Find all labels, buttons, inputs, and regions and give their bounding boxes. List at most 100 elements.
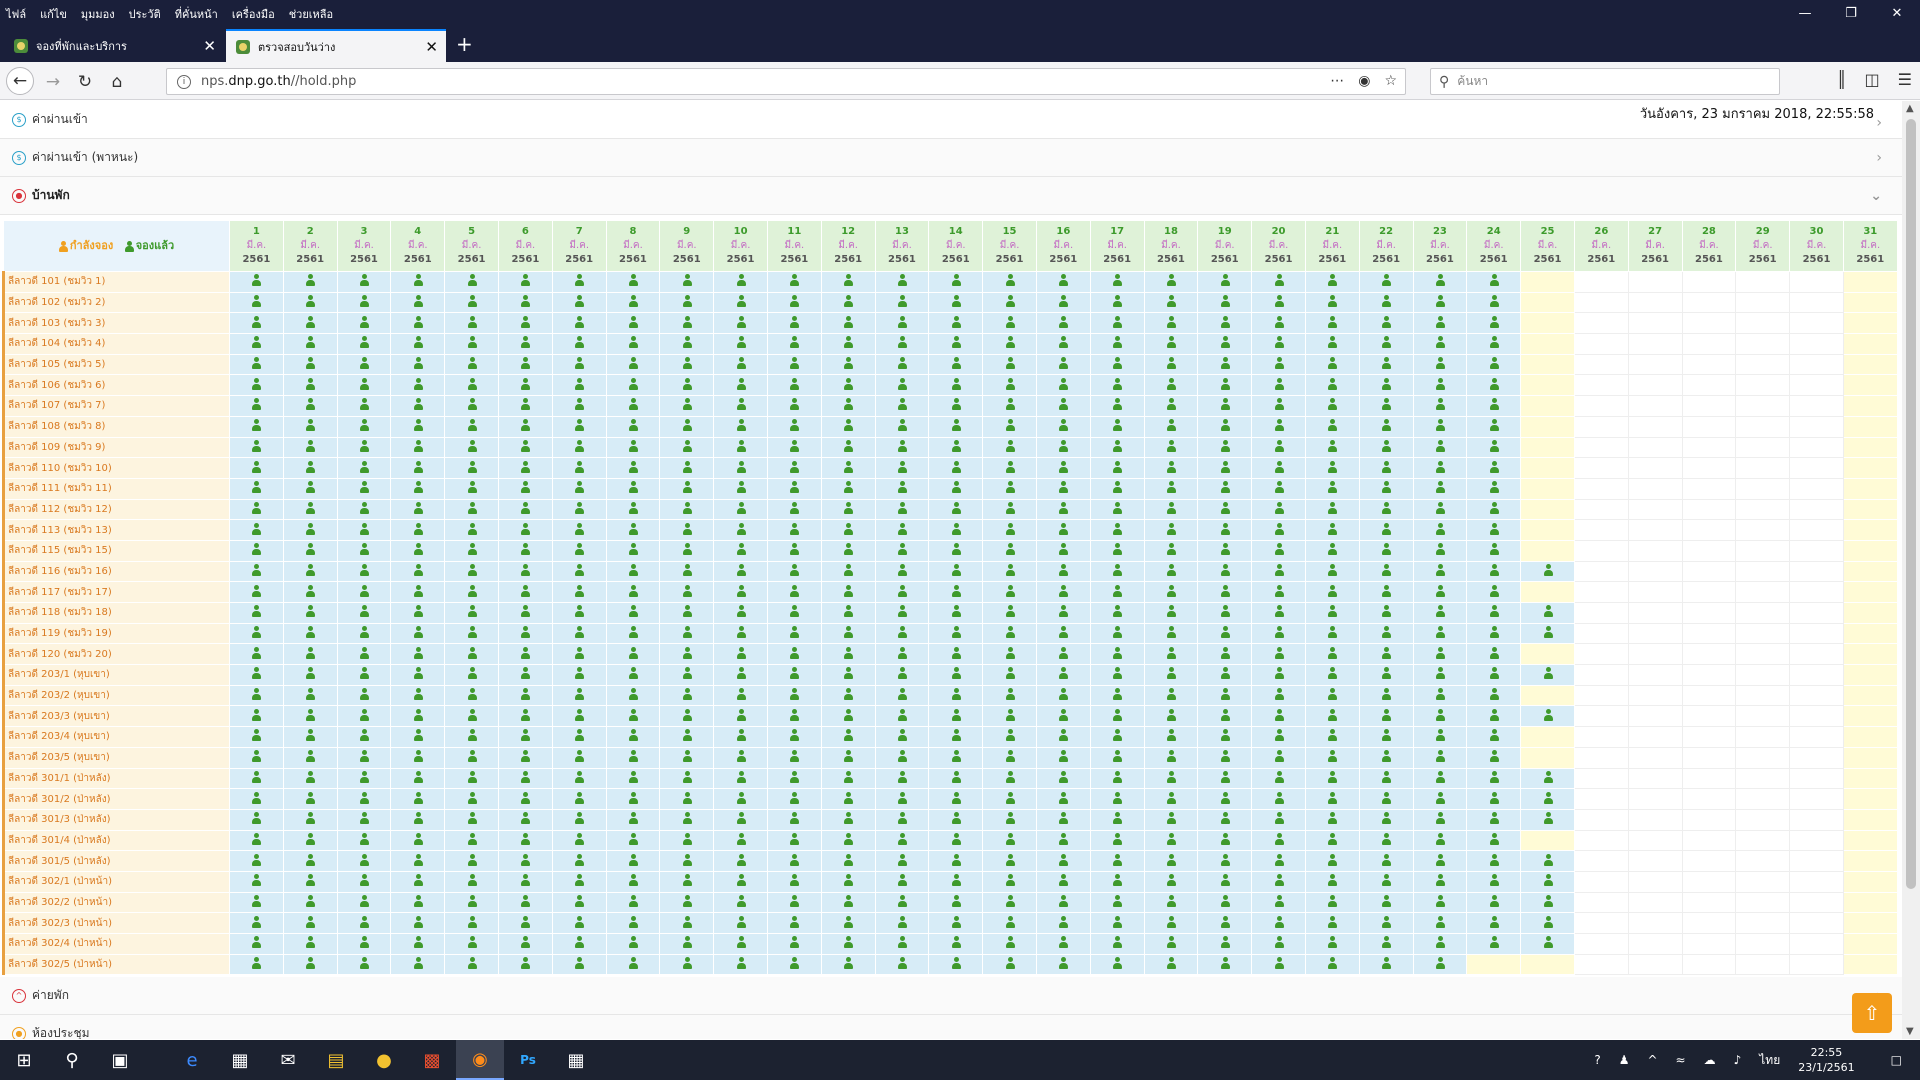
booked-cell[interactable] <box>1304 374 1360 397</box>
booked-cell[interactable] <box>1520 912 1575 934</box>
info-icon[interactable]: i <box>177 74 191 89</box>
minimize-icon[interactable]: — <box>1782 0 1828 26</box>
booked-cell[interactable] <box>497 912 553 934</box>
booked-cell[interactable] <box>928 850 984 872</box>
booked-cell[interactable] <box>874 602 930 624</box>
booked-cell[interactable] <box>390 291 446 314</box>
menu-item[interactable]: ไฟล์ <box>6 5 26 23</box>
booked-cell[interactable] <box>497 291 553 314</box>
booked-cell[interactable] <box>1089 353 1145 376</box>
booked-cell[interactable] <box>1358 374 1414 397</box>
booked-cell[interactable] <box>820 436 876 459</box>
booked-cell[interactable] <box>1358 933 1414 955</box>
empty-cell[interactable] <box>1735 539 1791 562</box>
booked-cell[interactable] <box>874 891 930 914</box>
available-cell[interactable] <box>1842 664 1898 686</box>
booked-cell[interactable] <box>336 602 392 624</box>
booked-cell[interactable] <box>928 829 984 852</box>
booked-cell[interactable] <box>336 850 392 872</box>
available-cell[interactable] <box>1842 622 1898 645</box>
empty-cell[interactable] <box>1573 581 1629 603</box>
booked-cell[interactable] <box>497 829 553 852</box>
booked-cell[interactable] <box>282 519 338 541</box>
home-icon[interactable]: ⌂ <box>104 69 130 95</box>
available-cell[interactable] <box>1520 539 1575 562</box>
available-cell[interactable] <box>1842 684 1898 707</box>
booked-cell[interactable] <box>1143 395 1199 417</box>
empty-cell[interactable] <box>1573 271 1629 293</box>
booked-cell[interactable] <box>229 395 284 417</box>
booked-cell[interactable] <box>659 477 715 500</box>
booked-cell[interactable] <box>928 498 984 521</box>
booked-cell[interactable] <box>1251 436 1306 459</box>
booked-cell[interactable] <box>820 870 876 893</box>
empty-cell[interactable] <box>1681 705 1737 728</box>
booked-cell[interactable] <box>1358 539 1414 562</box>
booked-cell[interactable] <box>982 581 1037 603</box>
booked-cell[interactable] <box>820 291 876 314</box>
booked-cell[interactable] <box>1412 912 1468 934</box>
booked-cell[interactable] <box>282 374 338 397</box>
booked-cell[interactable] <box>336 539 392 562</box>
booked-cell[interactable] <box>229 477 284 500</box>
booked-cell[interactable] <box>444 519 499 541</box>
room-name[interactable]: ลีลาวดี 203/3 (หุบเขา) <box>2 705 230 728</box>
available-cell[interactable] <box>1842 912 1898 934</box>
booked-cell[interactable] <box>282 664 338 686</box>
booked-cell[interactable] <box>1251 560 1306 583</box>
booked-cell[interactable] <box>229 353 284 376</box>
booked-cell[interactable] <box>229 374 284 397</box>
booked-cell[interactable] <box>1466 602 1522 624</box>
booked-cell[interactable] <box>497 767 553 790</box>
booked-cell[interactable] <box>1358 353 1414 376</box>
booked-cell[interactable] <box>497 498 553 521</box>
booked-cell[interactable] <box>874 829 930 852</box>
booked-cell[interactable] <box>1143 581 1199 603</box>
booked-cell[interactable] <box>605 622 661 645</box>
empty-cell[interactable] <box>1735 788 1791 810</box>
booked-cell[interactable] <box>1304 746 1360 769</box>
booked-cell[interactable] <box>1412 333 1468 355</box>
booked-cell[interactable] <box>1089 477 1145 500</box>
booked-cell[interactable] <box>1304 291 1360 314</box>
booked-cell[interactable] <box>713 746 768 769</box>
booked-cell[interactable] <box>605 870 661 893</box>
booked-cell[interactable] <box>1035 353 1091 376</box>
empty-cell[interactable] <box>1681 539 1737 562</box>
booked-cell[interactable] <box>336 705 392 728</box>
new-tab-icon[interactable]: + <box>456 34 473 54</box>
booked-cell[interactable] <box>229 333 284 355</box>
booked-cell[interactable] <box>820 684 876 707</box>
empty-cell[interactable] <box>1627 684 1683 707</box>
booked-cell[interactable] <box>1089 415 1145 438</box>
booked-cell[interactable] <box>874 664 930 686</box>
booked-cell[interactable] <box>444 415 499 438</box>
booked-cell[interactable] <box>229 746 284 769</box>
booked-cell[interactable] <box>1412 726 1468 748</box>
booked-cell[interactable] <box>390 933 446 955</box>
booked-cell[interactable] <box>1466 850 1522 872</box>
booked-cell[interactable] <box>1358 808 1414 831</box>
booked-cell[interactable] <box>820 560 876 583</box>
room-name[interactable]: ลีลาวดี 111 (ชมวิว 11) <box>2 477 230 500</box>
booked-cell[interactable] <box>1412 457 1468 479</box>
section-vehicle-fee[interactable]: $ ค่าผ่านเข้า (พาหนะ) › <box>0 139 1902 177</box>
app-grid-icon[interactable]: ▩ <box>408 1040 456 1080</box>
booked-cell[interactable] <box>605 684 661 707</box>
available-cell[interactable] <box>1842 953 1898 976</box>
booked-cell[interactable] <box>1412 436 1468 459</box>
room-name[interactable]: ลีลาวดี 203/1 (หุบเขา) <box>2 664 230 686</box>
available-cell[interactable] <box>1842 271 1898 293</box>
booked-cell[interactable] <box>659 933 715 955</box>
empty-cell[interactable] <box>1681 664 1737 686</box>
booked-cell[interactable] <box>1412 705 1468 728</box>
empty-cell[interactable] <box>1573 436 1629 459</box>
booked-cell[interactable] <box>766 870 822 893</box>
empty-cell[interactable] <box>1573 374 1629 397</box>
booked-cell[interactable] <box>605 353 661 376</box>
booked-cell[interactable] <box>820 333 876 355</box>
booked-cell[interactable] <box>713 643 768 666</box>
edge-icon[interactable]: e <box>168 1040 216 1080</box>
booked-cell[interactable] <box>766 643 822 666</box>
booked-cell[interactable] <box>336 953 392 976</box>
